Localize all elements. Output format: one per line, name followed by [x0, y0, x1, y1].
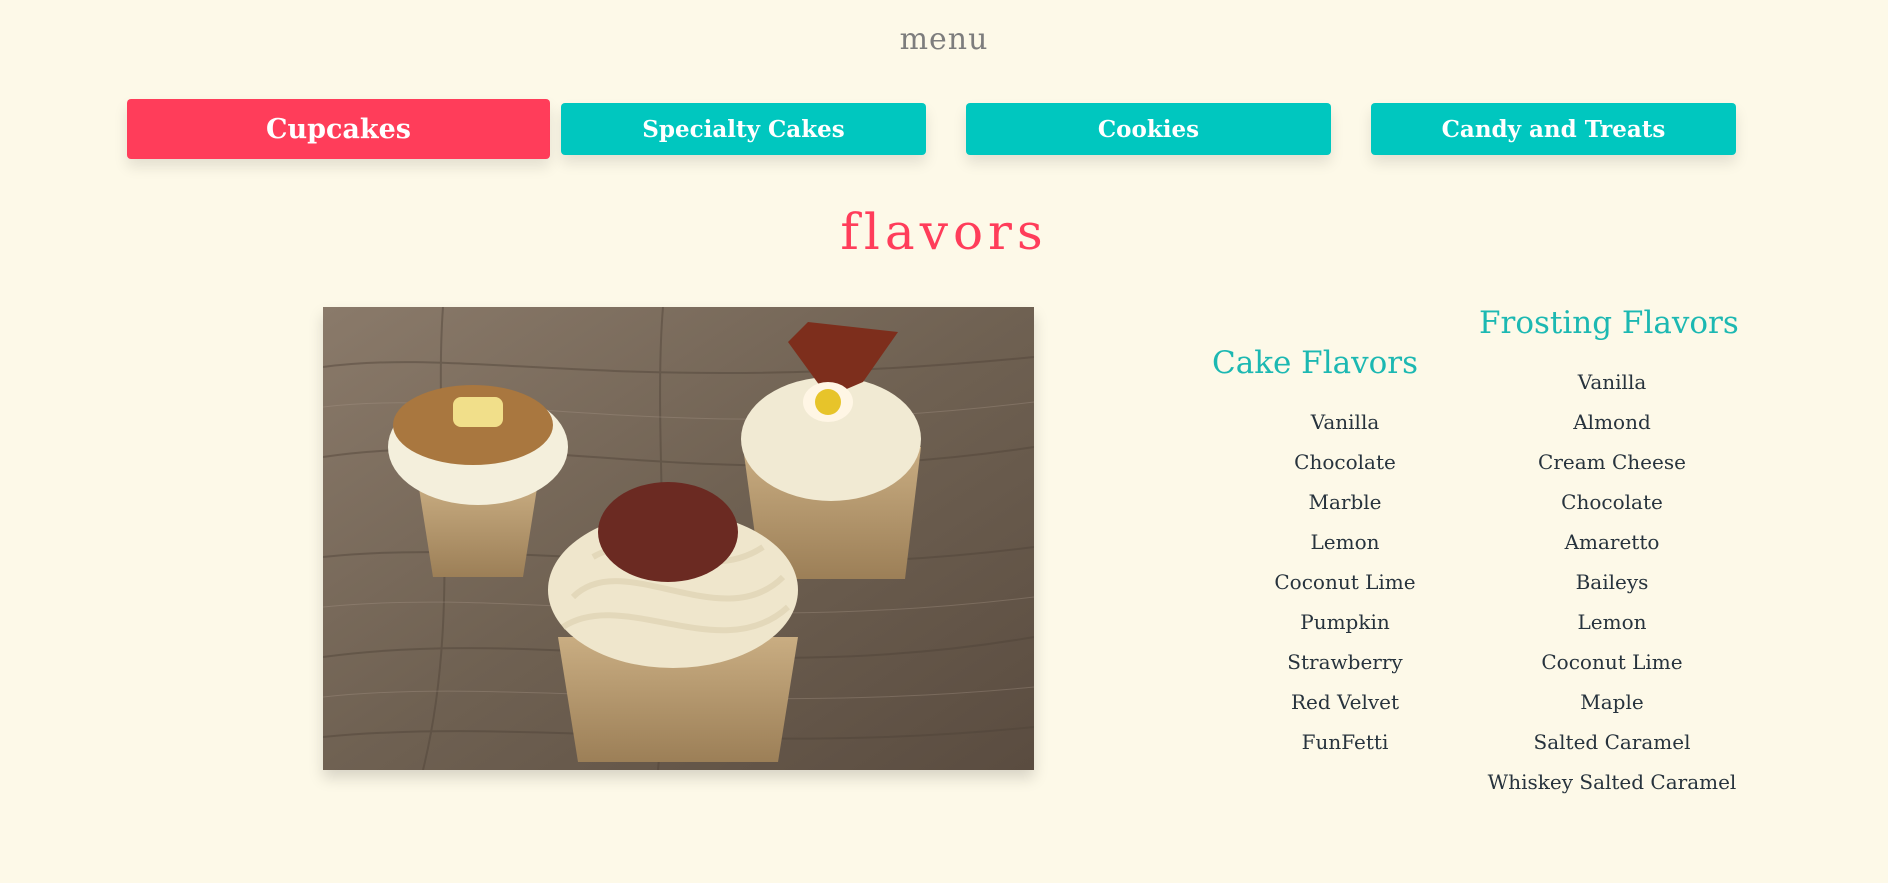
tab-candy-and-treats[interactable]: Candy and Treats: [1371, 103, 1736, 155]
page-title: menu: [899, 22, 989, 57]
section-heading: flavors: [840, 203, 1048, 261]
list-item: Salted Caramel: [1533, 730, 1691, 754]
list-item: Coconut Lime: [1541, 650, 1683, 674]
list-item: Maple: [1580, 690, 1644, 714]
list-item: Strawberry: [1287, 650, 1403, 674]
list-item: Amaretto: [1564, 530, 1660, 554]
list-item: Chocolate: [1294, 450, 1396, 474]
tab-cookies[interactable]: Cookies: [966, 103, 1331, 155]
list-item: Vanilla: [1577, 370, 1647, 394]
cake-flavors-list: Vanilla Chocolate Marble Lemon Coconut L…: [1245, 402, 1445, 762]
list-item: Baileys: [1575, 570, 1649, 594]
list-item: Red Velvet: [1290, 690, 1400, 714]
list-item: Coconut Lime: [1274, 570, 1416, 594]
list-item: Vanilla: [1310, 410, 1380, 434]
list-item: Cream Cheese: [1538, 450, 1686, 474]
tab-specialty-cakes[interactable]: Specialty Cakes: [561, 103, 926, 155]
list-item: Almond: [1573, 410, 1651, 434]
cake-flavors-heading: Cake Flavors: [1212, 345, 1418, 381]
frosting-flavors-heading: Frosting Flavors: [1479, 305, 1739, 341]
list-item: Pumpkin: [1300, 610, 1390, 634]
tab-cupcakes[interactable]: Cupcakes: [127, 99, 550, 159]
list-item: Chocolate: [1561, 490, 1663, 514]
list-item: Lemon: [1577, 610, 1647, 634]
list-item: Marble: [1308, 490, 1382, 514]
cupcakes-photo: [323, 307, 1034, 770]
list-item: Whiskey Salted Caramel: [1487, 770, 1737, 794]
list-item: Lemon: [1310, 530, 1380, 554]
list-item: FunFetti: [1301, 730, 1389, 754]
frosting-flavors-list: Vanilla Almond Cream Cheese Chocolate Am…: [1472, 362, 1752, 802]
